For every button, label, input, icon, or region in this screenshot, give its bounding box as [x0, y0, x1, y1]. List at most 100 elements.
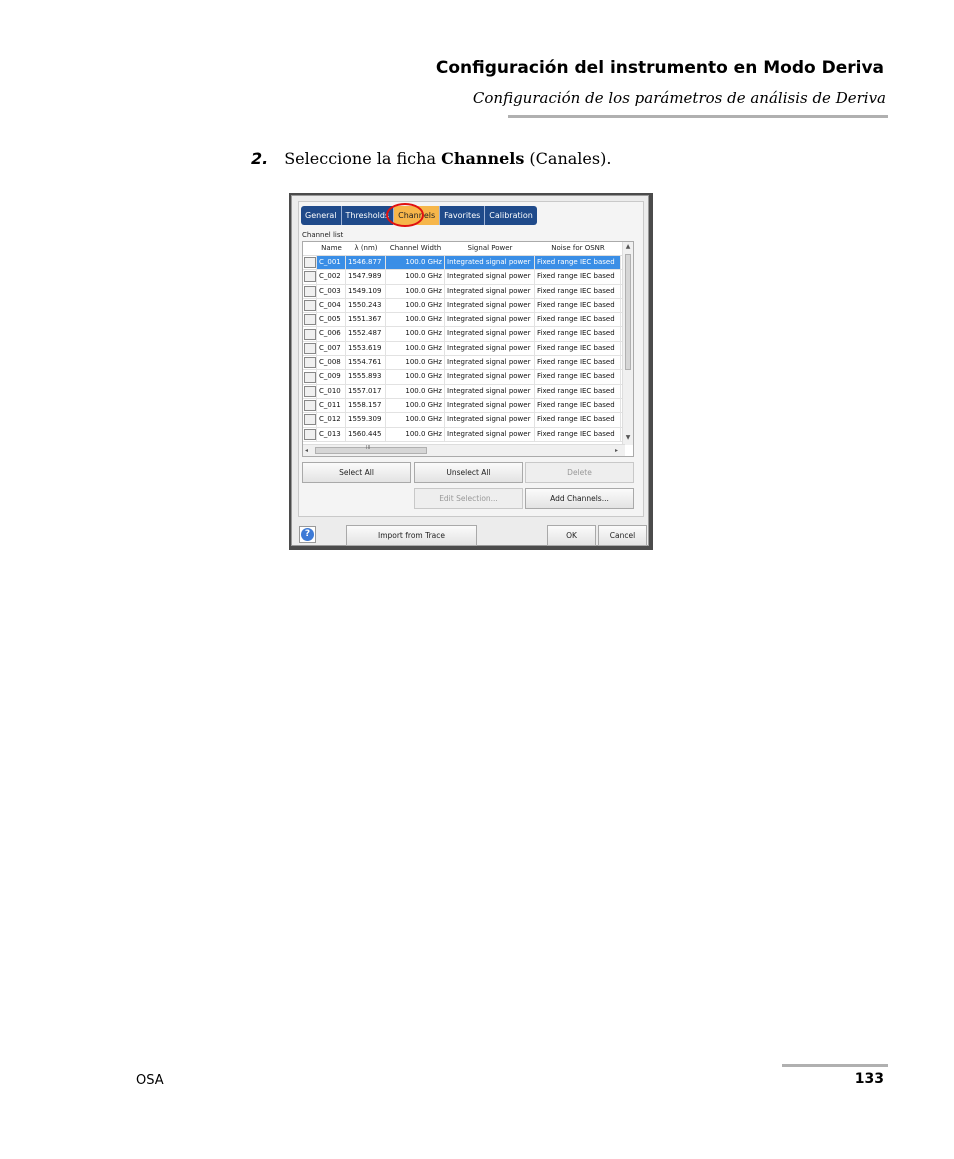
row-checkbox[interactable] — [303, 284, 317, 298]
table-row[interactable]: C_003 1549.109 100.0 GHz Integrated signal … — [303, 284, 623, 299]
cell-wavelength: 1558.157 — [346, 398, 386, 413]
cell-wavelength: 1559.309 — [346, 413, 386, 427]
row-checkbox[interactable] — [303, 384, 317, 398]
scroll-up-icon[interactable]: ▲ — [623, 243, 633, 250]
cell-signal-power: Integrated signal power — [445, 270, 535, 284]
cell-name: C_006 — [317, 327, 346, 341]
column-header-noise-osnr[interactable]: Noise for OSNR — [535, 242, 621, 255]
row-checkbox[interactable] — [303, 356, 317, 370]
step-number: 2. — [251, 149, 269, 168]
dialog-content: General Thresholds Channels Favorites Ca… — [298, 201, 644, 517]
cell-signal-power: Integrated signal power — [445, 341, 535, 356]
column-header-wavelength[interactable]: λ (nm) — [346, 242, 386, 255]
vertical-scroll-thumb[interactable] — [625, 254, 631, 370]
checkbox-icon — [303, 271, 316, 283]
row-checkbox[interactable] — [303, 256, 317, 270]
cell-channel-width: 100.0 GHz — [386, 256, 445, 270]
edit-selection-button[interactable]: Edit Selection... — [414, 488, 523, 509]
cell-name: C_004 — [317, 298, 346, 313]
scroll-down-icon[interactable]: ▼ — [623, 434, 633, 441]
select-all-button[interactable]: Select All — [302, 462, 411, 483]
cell-name: C_010 — [317, 384, 346, 398]
cell-signal-power: Integrated signal power — [445, 298, 535, 313]
checkbox-icon — [303, 371, 316, 383]
dialog-screenshot: General Thresholds Channels Favorites Ca… — [289, 193, 653, 550]
vertical-scrollbar[interactable]: ▲ ▼ — [622, 242, 633, 445]
delete-button[interactable]: Delete — [525, 462, 634, 483]
row-checkbox[interactable] — [303, 370, 317, 384]
table-row[interactable]: C_002 1547.989 100.0 GHz Integrated signal … — [303, 270, 623, 285]
footer-rule — [782, 1064, 888, 1067]
cell-noise-osnr: Fixed range IEC based — [535, 313, 621, 327]
checkbox-icon — [303, 385, 316, 397]
column-header-channel-width[interactable]: Channel Width — [386, 242, 445, 255]
highlight-circle — [386, 203, 424, 227]
table-row[interactable]: C_012 1559.309 100.0 GHz Integrated signal … — [303, 413, 623, 428]
cell-signal-power: Integrated signal power — [445, 384, 535, 398]
horizontal-scrollbar[interactable]: ◂ III ▸ — [303, 444, 625, 456]
scroll-left-icon[interactable]: ◂ — [305, 445, 308, 456]
unselect-all-button[interactable]: Unselect All — [414, 462, 523, 483]
step-text-before: Seleccione la ficha — [284, 149, 442, 168]
checkbox-icon — [303, 285, 316, 297]
cell-channel-width: 100.0 GHz — [386, 313, 445, 327]
channel-list-label: Channel list — [302, 231, 344, 239]
checkbox-icon — [303, 314, 316, 326]
cell-noise-osnr: Fixed range IEC based — [535, 327, 621, 341]
footer-product: OSA — [136, 1073, 164, 1088]
table-row[interactable]: C_005 1551.367 100.0 GHz Integrated signal … — [303, 313, 623, 328]
horizontal-scroll-thumb[interactable]: III — [315, 445, 427, 454]
cell-name: C_008 — [317, 356, 346, 370]
table-row[interactable]: C_001 1546.877 100.0 GHz Integrated signal … — [303, 256, 623, 271]
tab-general[interactable]: General — [301, 206, 342, 225]
ok-button[interactable]: OK — [547, 525, 596, 546]
tab-favorites[interactable]: Favorites — [440, 206, 486, 225]
cancel-button[interactable]: Cancel — [598, 525, 647, 546]
column-header-select — [303, 242, 317, 255]
channel-table: Name λ (nm) Channel Width Signal Power N… — [302, 241, 634, 457]
table-row[interactable]: C_011 1558.157 100.0 GHz Integrated signal … — [303, 398, 623, 414]
column-header-name[interactable]: Name — [317, 242, 346, 255]
cell-name: C_001 — [317, 256, 346, 270]
tab-calibration[interactable]: Calibration — [485, 206, 537, 225]
row-checkbox[interactable] — [303, 398, 317, 413]
table-row[interactable]: C_008 1554.761 100.0 GHz Integrated signal … — [303, 356, 623, 371]
row-checkbox[interactable] — [303, 427, 317, 441]
cell-channel-width: 100.0 GHz — [386, 327, 445, 341]
table-row[interactable]: C_009 1555.893 100.0 GHz Integrated signal … — [303, 370, 623, 385]
cell-wavelength: 1553.619 — [346, 341, 386, 356]
cell-signal-power: Integrated signal power — [445, 398, 535, 413]
cell-channel-width: 100.0 GHz — [386, 413, 445, 427]
cell-wavelength: 1552.487 — [346, 327, 386, 341]
cell-wavelength: 1554.761 — [346, 356, 386, 370]
checkbox-icon — [303, 257, 316, 269]
table-row[interactable]: C_013 1560.445 100.0 GHz Integrated signal … — [303, 427, 623, 442]
table-row[interactable]: C_006 1552.487 100.0 GHz Integrated signal … — [303, 327, 623, 342]
row-checkbox[interactable] — [303, 270, 317, 284]
checkbox-icon — [303, 300, 316, 312]
help-button[interactable]: ? — [299, 526, 316, 543]
cell-wavelength: 1551.367 — [346, 313, 386, 327]
column-header-signal-power[interactable]: Signal Power — [445, 242, 535, 255]
cell-noise-osnr: Fixed range IEC based — [535, 284, 621, 298]
scroll-right-icon[interactable]: ▸ — [615, 445, 618, 456]
table-header: Name λ (nm) Channel Width Signal Power N… — [303, 242, 625, 256]
table-row[interactable]: C_004 1550.243 100.0 GHz Integrated signal … — [303, 298, 623, 314]
import-from-trace-button[interactable]: Import from Trace — [346, 525, 477, 546]
cell-signal-power: Integrated signal power — [445, 327, 535, 341]
row-checkbox[interactable] — [303, 413, 317, 427]
cell-channel-width: 100.0 GHz — [386, 341, 445, 356]
cell-signal-power: Integrated signal power — [445, 313, 535, 327]
cell-wavelength: 1549.109 — [346, 284, 386, 298]
instruction-step: 2. Seleccione la ficha Channels (Canales)… — [251, 149, 611, 168]
table-row[interactable]: C_010 1557.017 100.0 GHz Integrated signal … — [303, 384, 623, 399]
add-channels-button[interactable]: Add Channels... — [525, 488, 634, 509]
row-checkbox[interactable] — [303, 313, 317, 327]
row-checkbox[interactable] — [303, 298, 317, 313]
cell-wavelength: 1560.445 — [346, 427, 386, 441]
table-row[interactable]: C_007 1553.619 100.0 GHz Integrated signal … — [303, 341, 623, 357]
header-rule — [508, 115, 888, 118]
row-checkbox[interactable] — [303, 341, 317, 356]
row-checkbox[interactable] — [303, 327, 317, 341]
cell-channel-width: 100.0 GHz — [386, 356, 445, 370]
